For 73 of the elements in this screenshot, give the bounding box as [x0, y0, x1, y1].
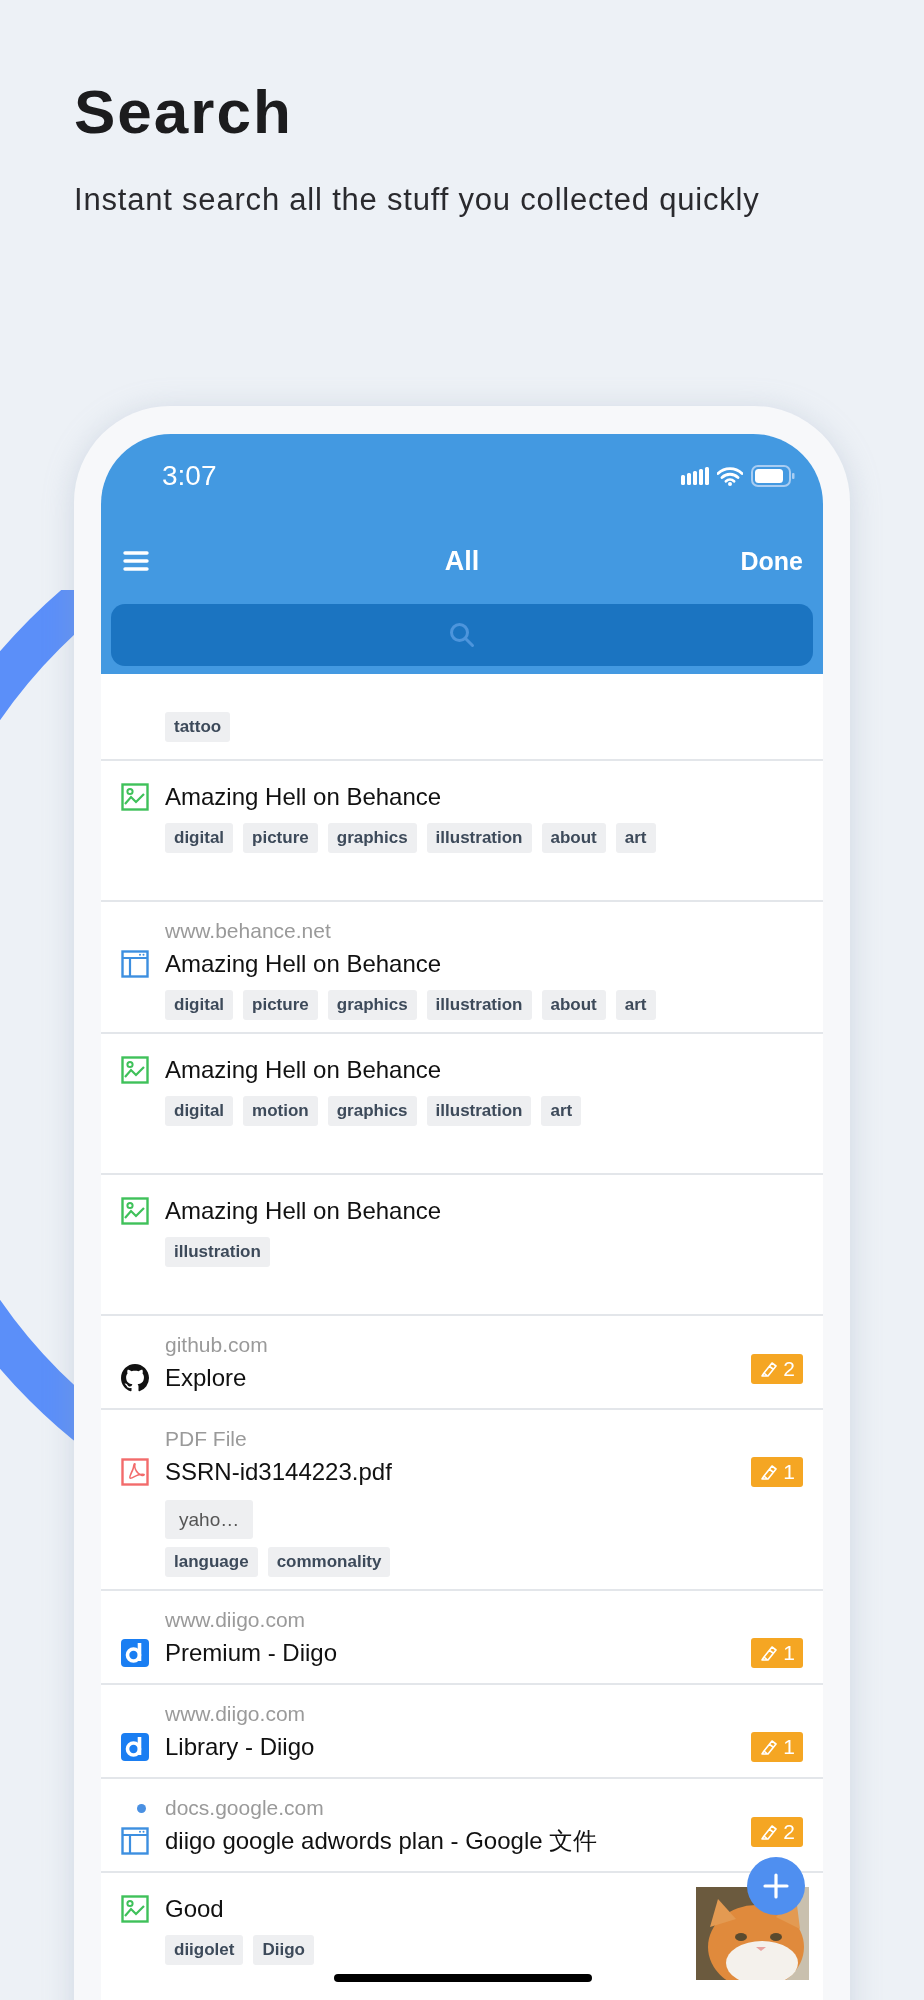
item-title[interactable]: Amazing Hell on Behance [165, 1053, 442, 1087]
search-icon [448, 621, 476, 649]
tag-chip[interactable]: about [541, 823, 606, 853]
image-icon [121, 1895, 149, 1923]
tag-chip[interactable]: graphics [327, 823, 417, 853]
image-icon [121, 1197, 149, 1225]
tag-chip[interactable]: about [541, 990, 606, 1020]
tag-chip[interactable]: art [541, 1096, 582, 1126]
plus-icon [763, 1873, 789, 1899]
item-domain: www.diigo.com [165, 1702, 306, 1726]
image-icon [121, 1056, 149, 1084]
tag-chip[interactable]: picture [243, 823, 318, 853]
webpage-icon [121, 1827, 149, 1855]
page-title: Search [74, 80, 294, 144]
item-domain: www.diigo.com [165, 1608, 306, 1632]
item-domain: PDF File [165, 1427, 247, 1451]
item-title[interactable]: Explore [165, 1361, 247, 1395]
item-title[interactable]: Library - Diigo [165, 1730, 315, 1764]
tag-chip[interactable]: diigolet [165, 1935, 244, 1965]
signal-icon [681, 467, 709, 485]
tag-chip[interactable]: motion [243, 1096, 318, 1126]
battery-icon [751, 465, 795, 487]
tag-chip[interactable]: graphics [327, 1096, 417, 1126]
tag-chip[interactable]: language [165, 1547, 258, 1577]
item-title[interactable]: Amazing Hell on Behance [165, 1194, 442, 1228]
item-domain: github.com [165, 1333, 268, 1357]
github-icon [121, 1364, 149, 1392]
highlight-count: 1 [783, 1735, 795, 1759]
item-title[interactable]: Premium - Diigo [165, 1636, 338, 1670]
highlighter-icon [759, 1359, 780, 1379]
add-button[interactable] [747, 1857, 805, 1915]
page-subtitle: Instant search all the stuff you collected quickly [74, 182, 761, 218]
tag-chip[interactable]: commonality [267, 1547, 391, 1577]
tag-chip[interactable]: Diigo [253, 1935, 314, 1965]
tag-chip[interactable]: illustration [426, 823, 532, 853]
status-time: 3:07 [162, 460, 217, 492]
tag-chip[interactable]: art [615, 990, 656, 1020]
diigo-icon [121, 1733, 149, 1761]
tag-chip[interactable]: digital [165, 1096, 234, 1126]
highlighter-icon [759, 1462, 780, 1482]
highlighter-icon [759, 1737, 780, 1757]
item-title[interactable]: Amazing Hell on Behance [165, 947, 442, 981]
highlight-count: 2 [783, 1357, 795, 1381]
pdf-icon [121, 1458, 149, 1486]
tag-chip[interactable]: digital [165, 990, 234, 1020]
tag-chip[interactable]: digital [165, 823, 234, 853]
item-title[interactable]: Amazing Hell on Behance [165, 780, 442, 814]
nav-title: All [444, 545, 480, 577]
image-icon [121, 783, 149, 811]
tag-chip[interactable]: illustration [426, 990, 532, 1020]
tag-chip[interactable]: graphics [327, 990, 417, 1020]
tag-chip[interactable]: art [615, 823, 656, 853]
tag-chip[interactable]: illustration [426, 1096, 532, 1126]
item-title[interactable]: SSRN-id3144223.pdf [165, 1455, 392, 1489]
tag-chip[interactable]: tattoo [165, 712, 231, 742]
diigo-icon [121, 1639, 149, 1667]
highlight-count: 1 [783, 1460, 795, 1484]
highlight-count: 2 [783, 1820, 795, 1844]
tag-chip[interactable]: picture [243, 990, 318, 1020]
item-domain: www.behance.net [165, 919, 331, 943]
item-title[interactable]: diigo google adwords plan - Google 文件 [165, 1824, 598, 1858]
highlighter-icon [759, 1822, 780, 1842]
highlighter-icon [759, 1643, 780, 1663]
search-field[interactable] [111, 604, 813, 666]
tag-chip[interactable]: illustration [165, 1237, 270, 1267]
menu-button[interactable] [123, 550, 149, 572]
annotation-bubble: yaho… [165, 1500, 254, 1539]
item-title[interactable]: Good [165, 1892, 224, 1926]
menu-icon [123, 550, 149, 572]
wifi-icon [717, 466, 743, 486]
webpage-icon [121, 950, 149, 978]
item-domain: docs.google.com [165, 1796, 324, 1820]
highlight-count: 1 [783, 1641, 795, 1665]
